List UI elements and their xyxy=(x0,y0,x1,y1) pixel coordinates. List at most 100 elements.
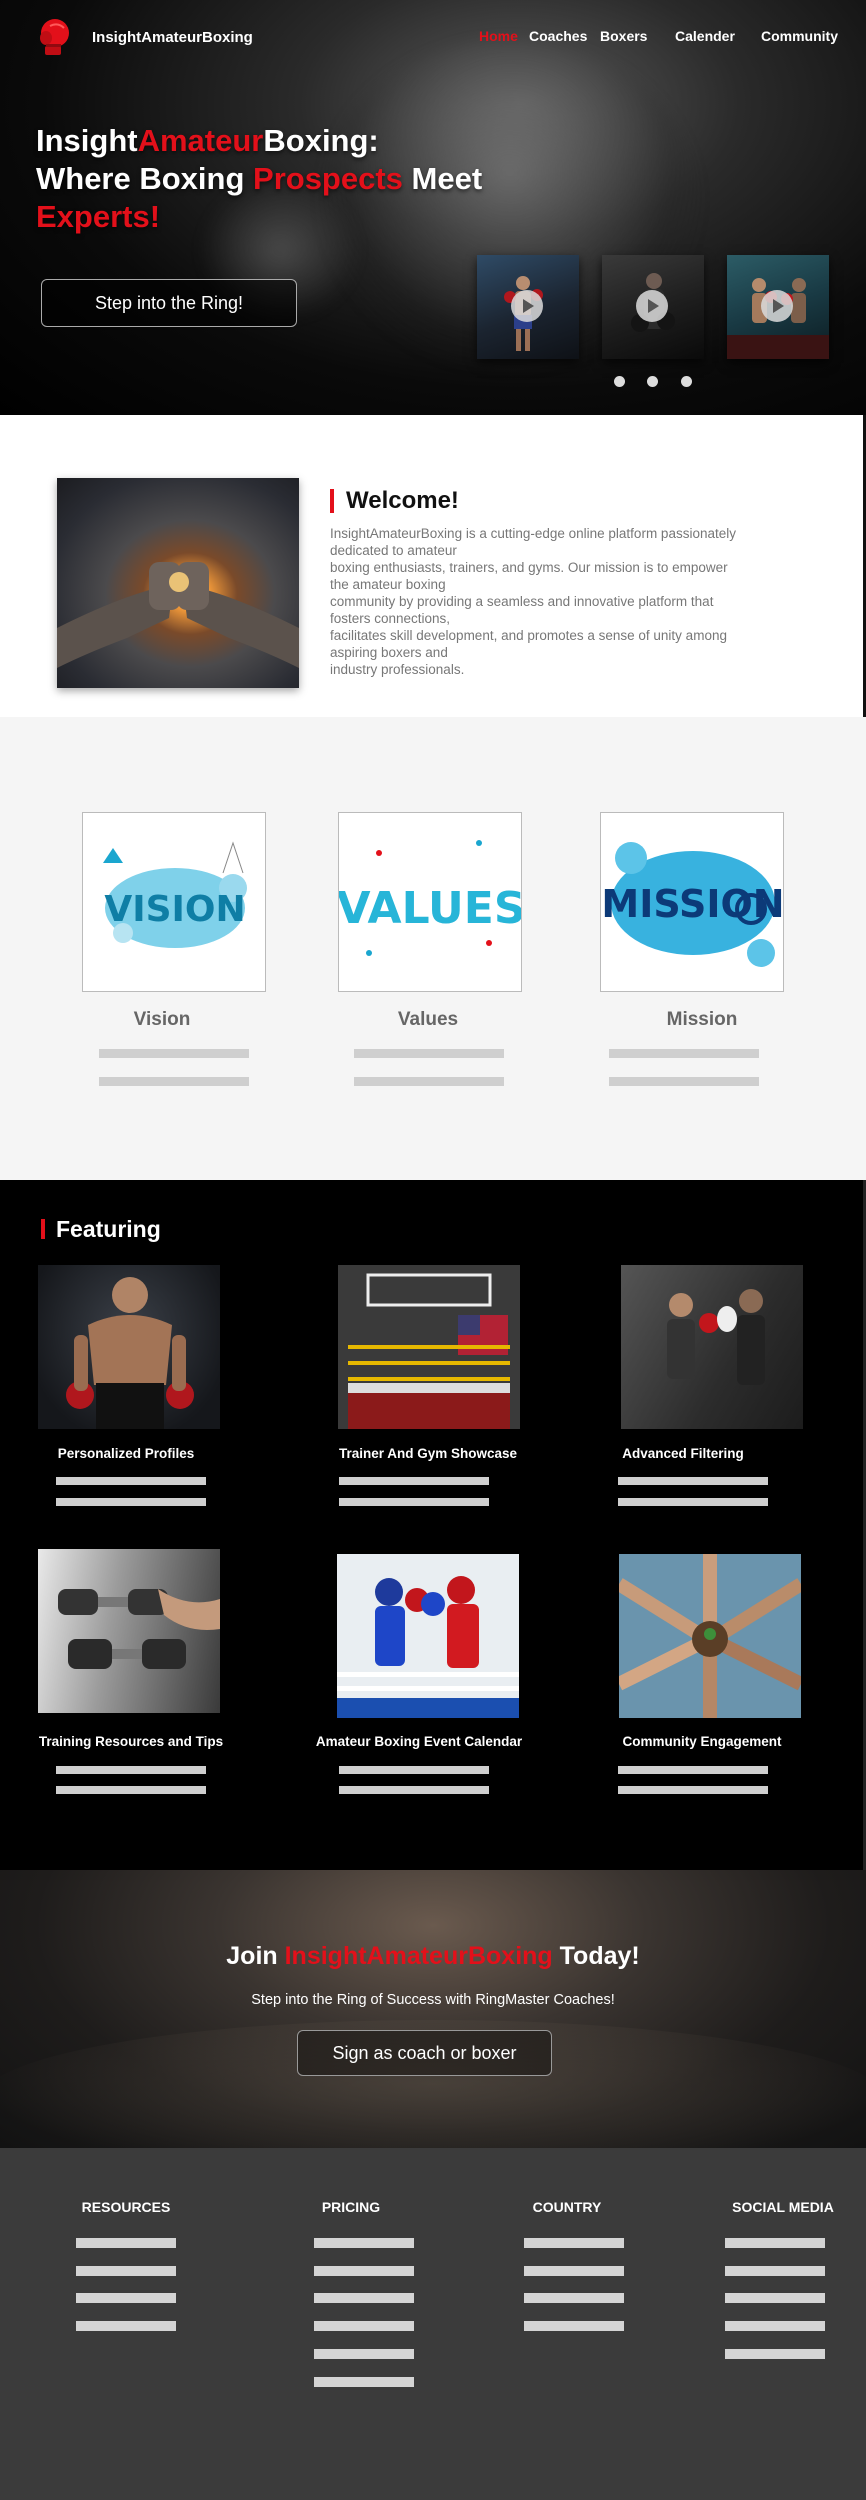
boxers-fighting-icon xyxy=(337,1554,519,1718)
values-card-image[interactable]: VALUES xyxy=(338,812,522,992)
personalized-profiles-image[interactable] xyxy=(38,1265,220,1429)
placeholder-line xyxy=(609,1077,759,1086)
trainer-gym-showcase-image[interactable] xyxy=(338,1265,520,1429)
footer-link[interactable] xyxy=(725,2293,825,2303)
svg-text:VISION: VISION xyxy=(104,889,245,930)
placeholder-line xyxy=(56,1477,206,1485)
footer-link[interactable] xyxy=(725,2321,825,2331)
footer-heading-pricing: PRICING xyxy=(321,2199,381,2215)
footer-link[interactable] xyxy=(725,2266,825,2276)
placeholder-line xyxy=(56,1786,206,1794)
footer-link[interactable] xyxy=(314,2266,414,2276)
footer-link[interactable] xyxy=(725,2238,825,2248)
footer-link[interactable] xyxy=(76,2266,176,2276)
community-engagement-image[interactable] xyxy=(619,1554,801,1718)
placeholder-line xyxy=(618,1786,768,1794)
values-illustration-icon: VALUES xyxy=(339,840,522,956)
placeholder-line xyxy=(56,1766,206,1774)
footer-link[interactable] xyxy=(314,2377,414,2387)
featuring-title: Featuring xyxy=(56,1216,161,1242)
carousel-dot-2[interactable] xyxy=(647,376,658,387)
placeholder-line xyxy=(56,1498,206,1506)
footer-link[interactable] xyxy=(314,2321,414,2331)
placeholder-line xyxy=(609,1049,759,1058)
vision-illustration-icon: VISION xyxy=(103,841,247,948)
boxing-ring-icon xyxy=(338,1265,520,1429)
footer-link[interactable] xyxy=(76,2293,176,2303)
video-thumbnail-2[interactable] xyxy=(602,255,704,359)
feature-label-personalized-profiles: Personalized Profiles xyxy=(57,1446,195,1461)
footer-heading-social-media: SOCIAL MEDIA xyxy=(732,2199,834,2215)
svg-text:VALUES: VALUES xyxy=(339,883,522,934)
welcome-accent-bar xyxy=(330,489,334,513)
join-section xyxy=(0,1870,866,2148)
feature-label-trainer-gym: Trainer And Gym Showcase xyxy=(338,1446,518,1461)
hands-together-icon xyxy=(619,1554,801,1718)
footer-link[interactable] xyxy=(524,2321,624,2331)
advanced-filtering-image[interactable] xyxy=(621,1265,803,1429)
welcome-title: Welcome! xyxy=(346,487,459,514)
footer-link[interactable] xyxy=(524,2293,624,2303)
footer-link[interactable] xyxy=(314,2349,414,2359)
sign-up-button[interactable]: Sign as coach or boxer xyxy=(297,2030,552,2076)
boxing-glove-logo-icon[interactable] xyxy=(38,18,72,56)
dumbbells-icon xyxy=(58,1589,220,1669)
step-into-ring-button[interactable]: Step into the Ring! xyxy=(41,279,297,327)
video-thumbnail-3[interactable] xyxy=(727,255,829,359)
feature-label-event-calendar: Amateur Boxing Event Calendar xyxy=(315,1734,523,1749)
feature-label-community-engagement: Community Engagement xyxy=(622,1734,782,1749)
footer-link[interactable] xyxy=(314,2293,414,2303)
placeholder-line xyxy=(339,1477,489,1485)
brand-name[interactable]: InsightAmateurBoxing xyxy=(92,29,253,46)
fists-clash-image xyxy=(57,478,299,688)
play-icon[interactable] xyxy=(636,290,668,322)
fist-bump-icon xyxy=(57,562,299,668)
join-title: Join InsightAmateurBoxing Today! xyxy=(226,1942,640,1970)
svg-text:MISSION: MISSION xyxy=(601,882,784,926)
placeholder-line xyxy=(339,1786,489,1794)
placeholder-line xyxy=(339,1498,489,1506)
feature-label-advanced-filtering: Advanced Filtering xyxy=(622,1446,744,1461)
welcome-text: InsightAmateurBoxing is a cutting-edge o… xyxy=(330,526,736,677)
placeholder-line xyxy=(354,1077,504,1086)
training-resources-image[interactable] xyxy=(38,1549,220,1713)
video-thumbnail-1[interactable] xyxy=(477,255,579,359)
values-label: Values xyxy=(397,1009,459,1030)
placeholder-line xyxy=(618,1477,768,1485)
footer-heading-resources: RESOURCES xyxy=(81,2199,171,2215)
hero-title: InsightAmateurBoxing: Where Boxing Prosp… xyxy=(36,123,483,234)
muscular-boxer-icon xyxy=(66,1277,194,1429)
mission-label: Mission xyxy=(666,1009,738,1030)
featuring-accent-bar xyxy=(41,1219,45,1239)
footer-link[interactable] xyxy=(76,2238,176,2248)
placeholder-line xyxy=(354,1049,504,1058)
nav-boxers[interactable]: Boxers xyxy=(600,28,647,44)
placeholder-line xyxy=(618,1766,768,1774)
carousel-dot-1[interactable] xyxy=(614,376,625,387)
mission-illustration-icon: MISSION xyxy=(601,842,784,967)
vision-label: Vision xyxy=(133,1009,191,1030)
footer-link[interactable] xyxy=(524,2266,624,2276)
placeholder-line xyxy=(618,1498,768,1506)
event-calendar-image[interactable] xyxy=(337,1554,519,1718)
carousel-dot-3[interactable] xyxy=(681,376,692,387)
mission-card-image[interactable]: MISSION xyxy=(600,812,784,992)
footer-link[interactable] xyxy=(725,2349,825,2359)
join-subtitle: Step into the Ring of Success with RingM… xyxy=(251,1992,615,2008)
nav-calender[interactable]: Calender xyxy=(675,28,735,44)
feature-label-training-resources: Training Resources and Tips xyxy=(38,1734,224,1749)
footer-link[interactable] xyxy=(314,2238,414,2248)
play-icon[interactable] xyxy=(511,290,543,322)
placeholder-line xyxy=(99,1049,249,1058)
placeholder-line xyxy=(339,1766,489,1774)
footer-link[interactable] xyxy=(76,2321,176,2331)
hero-section: InsightAmateurBoxing Home Coaches Boxers… xyxy=(0,0,866,415)
placeholder-line xyxy=(99,1077,249,1086)
footer-link[interactable] xyxy=(524,2238,624,2248)
play-icon[interactable] xyxy=(761,290,793,322)
nav-home[interactable]: Home xyxy=(479,28,518,44)
vision-card-image[interactable]: VISION xyxy=(82,812,266,992)
nav-coaches[interactable]: Coaches xyxy=(529,28,587,44)
nav-community[interactable]: Community xyxy=(761,28,838,44)
footer-heading-country: COUNTRY xyxy=(532,2199,602,2215)
